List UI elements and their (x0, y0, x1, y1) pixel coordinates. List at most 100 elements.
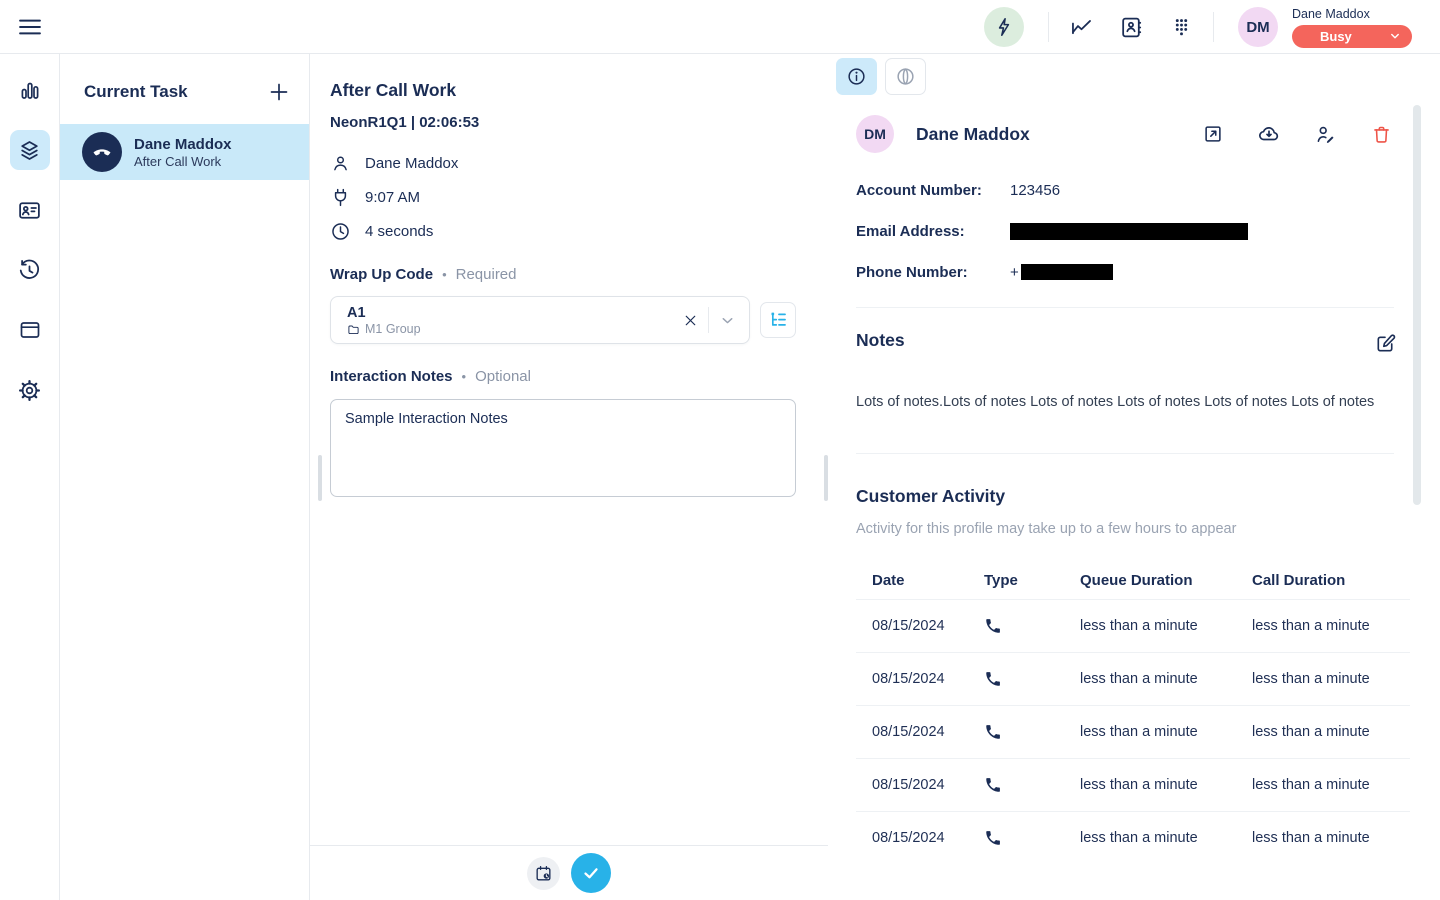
wrapup-label: Wrap Up Code (330, 266, 433, 283)
avatar[interactable]: DM (1238, 7, 1278, 47)
customer-profile-panel: DM Dane Maddox (830, 54, 1440, 900)
interaction-notes-input[interactable]: Sample Interaction Notes (330, 399, 796, 497)
tree-list-icon (768, 310, 789, 331)
topbar-user-name: Dane Maddox (1292, 7, 1412, 21)
external-link-icon (1202, 123, 1224, 145)
task-contact-name: Dane Maddox (134, 136, 232, 154)
acw-title: After Call Work (330, 80, 796, 101)
window-icon (18, 318, 42, 342)
customer-activity-table: Date Type Queue Duration Call Duration 0… (856, 561, 1410, 864)
add-task-button[interactable] (265, 78, 293, 106)
status-dropdown[interactable]: Busy (1292, 25, 1412, 48)
tab-profile-info[interactable] (836, 58, 877, 95)
acw-contact-name: Dane Maddox (365, 155, 458, 172)
current-task-panel: Current Task Dane Maddox After Call Work (60, 54, 310, 900)
table-row[interactable]: 08/15/2024 less than a minute less than … (856, 758, 1410, 811)
customer-activity-subtitle: Activity for this profile may take up to… (856, 521, 1440, 537)
table-row[interactable]: 08/15/2024 less than a minute less than … (856, 811, 1410, 864)
check-icon (580, 862, 602, 884)
sidebar-item-settings[interactable] (10, 370, 50, 410)
task-list-item[interactable]: Dane Maddox After Call Work (60, 124, 309, 180)
redacted-email-value (1010, 223, 1248, 240)
sidebar-item-windows[interactable] (10, 310, 50, 350)
info-icon (846, 66, 867, 87)
sidebar-item-history[interactable] (10, 250, 50, 290)
schedule-callback-button[interactable] (527, 857, 560, 890)
acw-duration: 4 seconds (365, 223, 433, 240)
left-nav-rail (0, 54, 60, 900)
wrapup-code-value: A1 (347, 304, 676, 322)
sidebar-item-interactions[interactable] (10, 130, 50, 170)
edit-contact-icon (1314, 123, 1337, 146)
close-icon (682, 312, 699, 329)
delete-icon (1371, 124, 1392, 145)
sidebar-item-analytics[interactable] (10, 70, 50, 110)
phone-icon (984, 617, 1080, 635)
calendar-clock-icon (534, 864, 553, 883)
table-row[interactable]: 08/15/2024 less than a minute less than … (856, 705, 1410, 758)
plus-icon (267, 80, 291, 104)
profile-name: Dane Maddox (916, 124, 1200, 145)
task-state: After Call Work (134, 154, 232, 169)
phone-row: Phone Number: + (856, 261, 1440, 283)
layers-icon (17, 138, 42, 163)
email-label: Email Address: (856, 223, 1010, 240)
interaction-notes-label: Interaction Notes (330, 368, 453, 385)
redacted-phone-value (1021, 264, 1113, 280)
table-row[interactable]: 08/15/2024 less than a minute less than … (856, 599, 1410, 652)
edit-notes-button[interactable] (1372, 330, 1398, 356)
performance-chart-icon[interactable] (1063, 9, 1099, 45)
delete-profile-button[interactable] (1368, 121, 1394, 147)
bar-chart-icon (18, 78, 42, 102)
phone-icon (984, 776, 1080, 794)
clear-wrapup-button[interactable] (676, 306, 704, 334)
complete-acw-button[interactable] (571, 853, 611, 893)
acw-queue-timer: NeonR1Q1 | 02:06:53 (330, 114, 796, 131)
chevron-down-icon (719, 312, 736, 329)
gear-icon (17, 378, 42, 403)
notes-title: Notes (856, 330, 905, 351)
contacts-book-icon[interactable] (1113, 9, 1149, 45)
notes-text: Lots of notes.Lots of notes Lots of note… (856, 392, 1394, 413)
phone-prefix: + (1010, 264, 1019, 281)
topbar-divider (1213, 12, 1214, 42)
current-task-title: Current Task (84, 82, 188, 102)
top-bar: DM Dane Maddox Busy (0, 0, 1440, 54)
edit-note-icon (1374, 332, 1397, 355)
section-divider (856, 453, 1394, 454)
open-external-button[interactable] (1200, 121, 1226, 147)
clock-icon (330, 221, 351, 242)
account-number-row: Account Number: 123456 (856, 179, 1440, 201)
profile-avatar: DM (856, 115, 894, 153)
download-profile-button[interactable] (1256, 121, 1282, 147)
status-label: Busy (1320, 29, 1352, 44)
customer-activity-title: Customer Activity (856, 486, 1394, 507)
panel-resize-handle[interactable] (318, 455, 322, 501)
acw-start-time: 9:07 AM (365, 189, 420, 206)
edit-contact-button[interactable] (1312, 121, 1338, 147)
topbar-divider (1048, 12, 1049, 42)
sidebar-item-contacts[interactable] (10, 190, 50, 230)
contact-card-icon (17, 198, 42, 223)
tab-insights[interactable] (885, 58, 926, 95)
wrapup-tree-view-button[interactable] (760, 302, 796, 338)
history-icon (17, 258, 42, 283)
account-number-label: Account Number: (856, 182, 1010, 199)
person-icon (330, 153, 351, 174)
chevron-down-icon (1388, 29, 1402, 43)
wrapup-group-label: M1 Group (365, 322, 421, 336)
account-number-value: 123456 (1010, 182, 1060, 199)
hamburger-menu-icon[interactable] (16, 13, 44, 41)
phone-icon (984, 723, 1080, 741)
lightning-icon[interactable] (984, 7, 1024, 47)
table-row[interactable]: 08/15/2024 less than a minute less than … (856, 652, 1410, 705)
folder-icon (347, 323, 360, 336)
activity-table-header: Date Type Queue Duration Call Duration (856, 561, 1410, 599)
email-row: Email Address: (856, 220, 1440, 242)
panel-resize-handle[interactable] (824, 455, 828, 501)
phone-label: Phone Number: (856, 264, 1010, 281)
wrapup-code-select[interactable]: A1 M1 Group (330, 296, 750, 344)
wrapup-dropdown-button[interactable] (713, 306, 741, 334)
dialpad-icon[interactable] (1163, 9, 1199, 45)
vertical-scrollbar[interactable] (1413, 105, 1421, 505)
